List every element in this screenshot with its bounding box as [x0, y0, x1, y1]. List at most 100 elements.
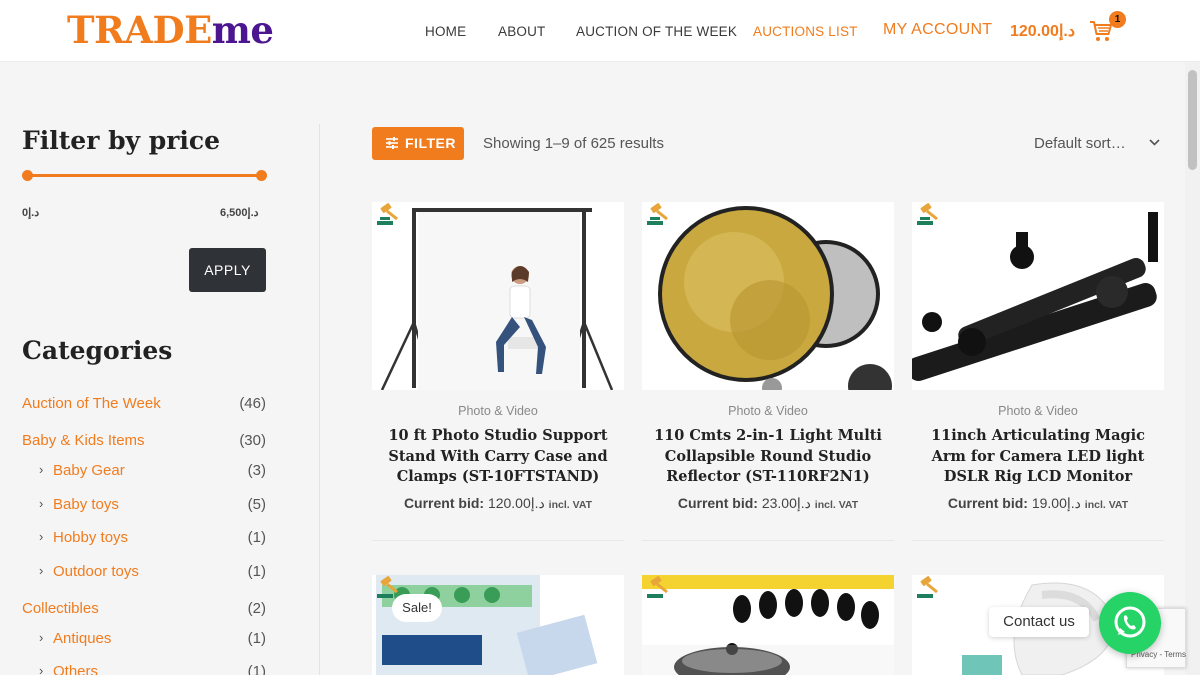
whatsapp-icon — [1114, 606, 1146, 638]
nav-about[interactable]: ABOUT — [498, 24, 546, 39]
chevron-down-icon[interactable] — [1148, 136, 1161, 149]
product-card[interactable] — [642, 575, 894, 675]
cookware-set-image — [642, 575, 894, 675]
price-filter-title: Filter by price — [22, 126, 221, 155]
bid-value: 23.00د.إ — [761, 495, 811, 511]
chevron-right-icon: › — [39, 563, 44, 578]
product-card[interactable]: Photo & Video 110 Cmts 2-in-1 Light Mult… — [642, 202, 894, 547]
subcategory-item[interactable]: › Antiques (1) — [22, 630, 266, 652]
auction-hammer-icon — [917, 203, 938, 225]
category-item[interactable]: Collectibles (2) — [22, 600, 266, 622]
vat-note: incl. VAT — [548, 499, 593, 511]
filter-button[interactable]: FILTER — [372, 127, 464, 160]
scrollbar-thumb[interactable] — [1188, 70, 1197, 170]
sale-badge: Sale! — [392, 594, 442, 622]
category-count: (30) — [239, 432, 266, 449]
price-slider-min-handle[interactable] — [22, 170, 33, 181]
chevron-right-icon: › — [39, 630, 44, 645]
category-name[interactable]: Outdoor toys — [53, 563, 139, 580]
product-image[interactable] — [912, 202, 1164, 390]
subcategory-item[interactable]: › Outdoor toys (1) — [22, 563, 266, 585]
product-title[interactable]: 11inch Articulating Magic Arm for Camera… — [922, 426, 1154, 488]
chevron-right-icon: › — [39, 529, 44, 544]
sliders-icon — [386, 137, 398, 149]
whatsapp-button[interactable] — [1099, 592, 1161, 654]
category-name[interactable]: Hobby toys — [53, 529, 128, 546]
product-image[interactable] — [372, 202, 624, 390]
photo-studio-stand-image — [372, 202, 624, 390]
price-slider-track[interactable] — [28, 174, 261, 177]
subcategory-item[interactable]: › Baby Gear (3) — [22, 462, 266, 484]
subcategory-item[interactable]: › Others (1) — [22, 663, 266, 675]
nav-auctions-list[interactable]: AUCTIONS LIST — [753, 24, 858, 39]
nav-my-account[interactable]: MY ACCOUNT — [883, 21, 992, 39]
product-image[interactable] — [372, 575, 624, 675]
product-bid: Current bid: 23.00د.إ incl. VAT — [642, 495, 894, 512]
apply-price-button[interactable]: APPLY — [189, 248, 266, 292]
logo-part-me: me — [211, 8, 274, 52]
category-count: (1) — [247, 563, 266, 580]
logo-part-trade: TRADE — [67, 8, 212, 52]
cart-count-badge: 1 — [1109, 11, 1126, 28]
auction-hammer-icon — [647, 576, 668, 598]
product-image[interactable] — [642, 202, 894, 390]
product-image[interactable] — [642, 575, 894, 675]
category-item[interactable]: Auction of The Week (46) — [22, 395, 266, 417]
product-card[interactable]: Photo & Video 10 ft Photo Studio Support… — [372, 202, 624, 547]
category-count: (3) — [247, 462, 266, 479]
auction-hammer-icon — [917, 576, 938, 598]
categories-title: Categories — [22, 336, 173, 365]
nav-home[interactable]: HOME — [425, 24, 466, 39]
cart-total[interactable]: 120.00د.إ — [1010, 21, 1075, 41]
bid-label: Current bid: — [403, 495, 485, 511]
site-logo[interactable]: TRADEme — [67, 8, 274, 52]
category-item[interactable]: Baby & Kids Items (30) — [22, 432, 266, 454]
auction-hammer-icon — [377, 203, 398, 225]
contact-us-label[interactable]: Contact us — [989, 607, 1089, 637]
category-count: (1) — [247, 663, 266, 675]
product-box-image — [372, 575, 624, 675]
nav-auction-of-the-week[interactable]: AUCTION OF THE WEEK — [576, 24, 737, 39]
category-name[interactable]: Antiques — [53, 630, 111, 647]
product-category[interactable]: Photo & Video — [642, 404, 894, 418]
page-scrollbar[interactable] — [1185, 62, 1200, 675]
site-header: TRADEme HOME ABOUT AUCTION OF THE WEEK A… — [0, 0, 1200, 62]
vat-note: incl. VAT — [1084, 499, 1129, 511]
product-category[interactable]: Photo & Video — [372, 404, 624, 418]
subcategory-item[interactable]: › Baby toys (5) — [22, 496, 266, 518]
price-slider-max-handle[interactable] — [256, 170, 267, 181]
price-min-label: 0د.إ — [22, 207, 40, 219]
bid-value: 19.00د.إ — [1031, 495, 1081, 511]
category-name[interactable]: Baby & Kids Items — [22, 432, 145, 449]
subcategory-item[interactable]: › Hobby toys (1) — [22, 529, 266, 551]
category-count: (2) — [247, 600, 266, 617]
chevron-right-icon: › — [39, 663, 44, 675]
category-name[interactable]: Baby toys — [53, 496, 119, 513]
bid-label: Current bid: — [677, 495, 758, 511]
product-title[interactable]: 110 Cmts 2-in-1 Light Multi Collapsible … — [652, 426, 884, 488]
product-bid: Current bid: 19.00د.إ incl. VAT — [912, 495, 1164, 512]
category-name[interactable]: Baby Gear — [53, 462, 125, 479]
category-name[interactable]: Collectibles — [22, 600, 99, 617]
bid-value: 120.00د.إ — [487, 495, 545, 511]
card-separator — [372, 540, 624, 541]
category-name[interactable]: Others — [53, 663, 98, 675]
category-count: (46) — [239, 395, 266, 412]
bid-label: Current bid: — [947, 495, 1028, 511]
category-name[interactable]: Auction of The Week — [22, 395, 161, 412]
product-card[interactable] — [372, 575, 624, 675]
category-count: (1) — [247, 630, 266, 647]
studio-reflector-image — [642, 202, 894, 390]
sort-select[interactable]: Default sort… — [1034, 135, 1126, 152]
auction-hammer-icon — [647, 203, 668, 225]
product-card[interactable]: Photo & Video 11inch Articulating Magic … — [912, 202, 1164, 547]
category-count: (5) — [247, 496, 266, 513]
price-max-label: 6,500د.إ — [220, 207, 259, 219]
chevron-right-icon: › — [39, 462, 44, 477]
chevron-right-icon: › — [39, 496, 44, 511]
product-category[interactable]: Photo & Video — [912, 404, 1164, 418]
card-separator — [642, 540, 894, 541]
product-title[interactable]: 10 ft Photo Studio Support Stand With Ca… — [382, 426, 614, 488]
filter-button-label: FILTER — [405, 135, 456, 151]
product-bid: Current bid: 120.00د.إ incl. VAT — [372, 495, 624, 512]
